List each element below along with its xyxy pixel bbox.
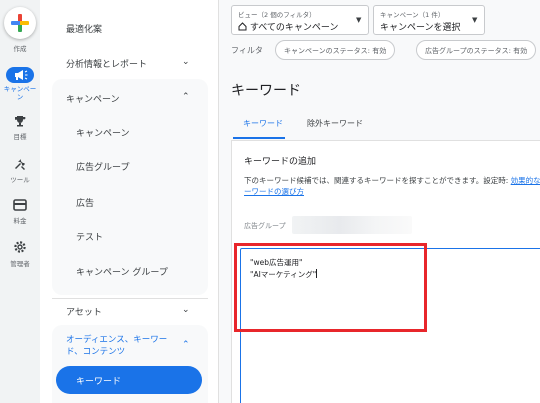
nav-item-ad-groups[interactable]: 広告グループ xyxy=(76,160,129,173)
nav-item-insights-reports[interactable]: 分析情報とレポート xyxy=(66,57,147,70)
campaign-selector-caption: キャンペーン（1 件） xyxy=(380,11,445,19)
rail-label-campaigns: キャンペー ン xyxy=(3,85,37,101)
page-title: キーワード xyxy=(231,83,301,99)
active-tab-indicator xyxy=(233,137,285,139)
side-nav: 最適化案 分析情報とレポート ⌄ キャンペーン ⌃ キャンペーン 広告グループ … xyxy=(40,0,218,403)
nav-group-audience-keywords[interactable]: オーディエンス、キーワー ド、コンテンツ xyxy=(66,334,167,358)
nav-item-experiments[interactable]: テスト xyxy=(76,230,103,243)
adgroup-value-redacted xyxy=(292,216,412,234)
campaign-group xyxy=(52,79,208,295)
rail-label-admin: 管理者 xyxy=(10,260,30,268)
card-description: 下のキーワード候補では、関連するキーワードを探すことができます。設定時: 効果的… xyxy=(244,175,540,197)
left-rail: 作成 キャンペー ン 目標 ツール 料金 管理者 xyxy=(0,0,40,403)
tools-icon[interactable] xyxy=(0,157,40,175)
tab-negative-keywords[interactable]: 除外キーワード xyxy=(307,118,363,129)
home-icon xyxy=(238,22,247,31)
nav-item-campaign-groups[interactable]: キャンペーン グループ xyxy=(76,265,168,278)
nav-group-campaigns[interactable]: キャンペーン xyxy=(66,92,120,105)
chevron-up-icon[interactable]: ⌃ xyxy=(182,340,190,350)
nav-item-campaigns[interactable]: キャンペーン xyxy=(76,126,130,139)
view-selector-value: すべてのキャンペーン xyxy=(238,20,338,33)
rail-label-goals: 目標 xyxy=(13,133,27,141)
rail-label-billing: 料金 xyxy=(13,217,27,225)
campaign-selector[interactable]: キャンペーン（1 件） キャンペーンを選択 ▼ xyxy=(373,5,485,35)
view-selector[interactable]: ビュー（2 個のフィルタ） すべてのキャンペーン ▼ xyxy=(231,5,369,35)
dropdown-arrow-icon: ▼ xyxy=(356,16,362,24)
trophy-icon[interactable] xyxy=(0,114,40,132)
create-button[interactable] xyxy=(4,7,36,39)
nav-item-recommendations[interactable]: 最適化案 xyxy=(66,22,102,35)
gear-icon[interactable] xyxy=(0,240,40,258)
divider xyxy=(52,298,208,299)
create-label: 作成 xyxy=(13,45,27,53)
rail-label-tools: ツール xyxy=(10,176,30,184)
view-selector-caption: ビュー（2 個のフィルタ） xyxy=(238,11,316,19)
nav-item-keywords-active[interactable]: キーワード xyxy=(56,366,202,394)
chevron-down-icon[interactable]: ⌄ xyxy=(182,305,190,315)
chevron-up-icon[interactable]: ⌃ xyxy=(182,92,190,102)
rail-item-campaigns[interactable] xyxy=(6,67,34,83)
filter-chip-campaign-status[interactable]: キャンペーンのステータス: 有効 xyxy=(275,40,396,60)
nav-item-ads[interactable]: 広告 xyxy=(76,196,94,209)
dropdown-arrow-icon: ▼ xyxy=(472,16,478,24)
card-title: キーワードの追加 xyxy=(244,157,317,167)
nav-item-assets[interactable]: アセット xyxy=(66,305,102,318)
adgroup-label: 広告グループ xyxy=(244,222,286,230)
billing-icon[interactable] xyxy=(0,199,40,215)
chevron-down-icon[interactable]: ⌄ xyxy=(182,57,190,67)
annotation-highlight-box xyxy=(234,243,427,332)
main-content: ビュー（2 個のフィルタ） すべてのキャンペーン ▼ キャンペーン（1 件） キ… xyxy=(218,0,540,403)
filter-label: フィルタ xyxy=(231,46,263,55)
campaign-selector-value: キャンペーンを選択 xyxy=(380,23,461,33)
megaphone-icon xyxy=(15,70,28,80)
filter-chip-adgroup-status[interactable]: 広告グループのステータス: 有効 xyxy=(416,40,537,60)
tab-keywords[interactable]: キーワード xyxy=(243,118,283,129)
